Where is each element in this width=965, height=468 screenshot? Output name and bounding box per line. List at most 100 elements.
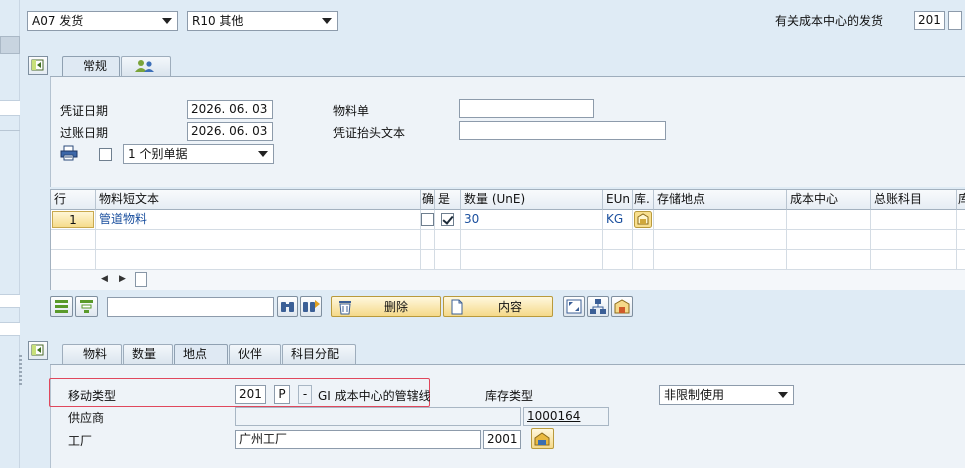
empty-cell bbox=[96, 230, 421, 250]
col-header-cost-center[interactable]: 成本中心 bbox=[787, 190, 871, 210]
scroll-left-icon[interactable]: ◀ bbox=[101, 274, 108, 284]
col-header-unit[interactable]: EUn bbox=[603, 190, 633, 210]
deselect-all-button[interactable] bbox=[75, 296, 98, 317]
delete-button[interactable]: 删除 bbox=[331, 296, 441, 317]
expand-icon bbox=[566, 299, 582, 314]
gl-account-cell[interactable] bbox=[871, 210, 957, 230]
tab-account-assignment-label: 科目分配 bbox=[291, 347, 340, 361]
left-strip bbox=[0, 0, 20, 468]
col-header-material-text[interactable]: 物料短文本 bbox=[96, 190, 421, 210]
material-slip-field[interactable] bbox=[459, 99, 594, 118]
empty-cell bbox=[435, 230, 461, 250]
col-header-is[interactable]: 是 bbox=[435, 190, 461, 210]
ok-checkbox[interactable] bbox=[421, 213, 434, 226]
scroll-thumb[interactable] bbox=[135, 272, 147, 287]
doc-date-label: 凭证日期 bbox=[60, 104, 109, 118]
tab-partner-label: 伙伴 bbox=[238, 347, 263, 361]
vendor-label: 供应商 bbox=[68, 411, 105, 425]
stock-overview-button[interactable] bbox=[611, 296, 633, 317]
posting-date-field[interactable]: 2026. 06. 03 bbox=[187, 122, 273, 141]
movement-code-field[interactable]: 201 bbox=[914, 11, 945, 30]
select-all-icon bbox=[55, 300, 68, 313]
table-search-input[interactable] bbox=[107, 297, 274, 317]
plant-search-button[interactable] bbox=[531, 428, 554, 449]
empty-cell bbox=[654, 230, 787, 250]
col-header-stock[interactable]: 库. bbox=[633, 190, 654, 210]
col-header-qty[interactable]: 数量 (UnE) bbox=[461, 190, 603, 210]
plant-name-field[interactable]: 广州工厂 bbox=[235, 430, 481, 449]
empty-cell bbox=[461, 230, 603, 250]
movement-type-field[interactable]: 201 bbox=[235, 385, 266, 404]
cost-center-cell[interactable] bbox=[787, 210, 871, 230]
horizontal-scrollbar[interactable]: ◀ ▶ bbox=[51, 270, 965, 290]
scroll-right-icon[interactable]: ▶ bbox=[119, 274, 126, 284]
header-text-field[interactable] bbox=[459, 121, 666, 140]
table-row bbox=[51, 230, 96, 250]
empty-cell bbox=[603, 250, 633, 270]
col-header-gl-account[interactable]: 总账科目 bbox=[871, 190, 957, 210]
chevron-down-icon bbox=[778, 392, 788, 398]
movement-dash: - bbox=[298, 385, 312, 404]
plant-code-field[interactable]: 2001 bbox=[483, 430, 521, 449]
is-checkbox[interactable] bbox=[441, 213, 454, 226]
tab-quantity[interactable]: 数量 bbox=[123, 344, 173, 364]
empty-cell bbox=[633, 230, 654, 250]
stock-type-label: 库存类型 bbox=[485, 389, 534, 403]
posting-date-label: 过账日期 bbox=[60, 126, 109, 140]
tab-material[interactable]: 物料 bbox=[62, 344, 122, 364]
movement-extra-field[interactable] bbox=[948, 11, 962, 30]
print-checkbox[interactable] bbox=[99, 148, 112, 161]
stock-type-combo[interactable]: 非限制使用 bbox=[659, 385, 794, 405]
splitter-grip[interactable] bbox=[19, 355, 22, 385]
find-next-button[interactable] bbox=[300, 296, 322, 317]
empty-cell bbox=[957, 230, 965, 250]
qty-cell[interactable]: 30 bbox=[461, 210, 603, 230]
col-header-ok[interactable]: 确 bbox=[421, 190, 435, 210]
col-header-line[interactable]: 行 bbox=[51, 190, 96, 210]
left-strip-tab[interactable] bbox=[0, 36, 20, 54]
storage-location-cell[interactable] bbox=[654, 210, 787, 230]
chevron-down-icon bbox=[322, 18, 332, 24]
reference-combo[interactable]: R10 其他 bbox=[187, 11, 338, 31]
stock-search-icon[interactable] bbox=[634, 211, 652, 228]
table-row[interactable]: 1 bbox=[51, 210, 96, 230]
stock-cell bbox=[633, 210, 654, 230]
tab-location[interactable]: 地点 bbox=[174, 344, 228, 364]
collapse-detail-button[interactable] bbox=[28, 341, 48, 360]
tab-account-assignment[interactable]: 科目分配 bbox=[282, 344, 356, 364]
col-header-storage-location[interactable]: 存储地点 bbox=[654, 190, 787, 210]
transaction-combo[interactable]: A07 发货 bbox=[27, 11, 178, 31]
tab-partner[interactable]: 伙伴 bbox=[229, 344, 281, 364]
vendor-code-field[interactable]: 1000164 bbox=[523, 407, 609, 426]
tab-partner-icon[interactable] bbox=[121, 56, 171, 76]
select-all-button[interactable] bbox=[50, 296, 73, 317]
expand-button[interactable] bbox=[563, 296, 585, 317]
row-number[interactable]: 1 bbox=[52, 211, 94, 228]
print-option-combo[interactable]: 1 个别单据 bbox=[123, 144, 274, 164]
doc-date-field[interactable]: 2026. 06. 03 bbox=[187, 100, 273, 119]
content-button[interactable]: 内容 bbox=[443, 296, 553, 317]
collapse-header-button[interactable] bbox=[28, 56, 48, 75]
printer-icon[interactable] bbox=[60, 145, 78, 161]
empty-cell bbox=[461, 250, 603, 270]
plant-search-icon bbox=[534, 432, 550, 446]
tab-material-label: 物料 bbox=[83, 347, 108, 361]
trash-icon bbox=[339, 301, 351, 315]
ok-cell bbox=[421, 210, 435, 230]
more-cell[interactable] bbox=[957, 210, 965, 230]
content-label: 内容 bbox=[498, 300, 523, 314]
is-cell bbox=[435, 210, 461, 230]
col-header-more[interactable]: 库 bbox=[957, 190, 965, 210]
material-text-cell[interactable]: 管道物料 bbox=[96, 210, 421, 230]
tab-location-label: 地点 bbox=[183, 347, 208, 361]
movement-indicator-field[interactable]: P bbox=[274, 385, 290, 404]
tab-general[interactable]: 常规 bbox=[62, 56, 120, 76]
hierarchy-button[interactable] bbox=[587, 296, 609, 317]
people-icon bbox=[135, 60, 154, 72]
find-button[interactable] bbox=[277, 296, 298, 317]
empty-cell bbox=[633, 250, 654, 270]
items-table: 行 物料短文本 确 是 数量 (UnE) EUn 库. 存储地点 成本中心 总账… bbox=[50, 189, 965, 290]
chevron-down-icon bbox=[162, 18, 172, 24]
unit-cell[interactable]: KG bbox=[603, 210, 633, 230]
tab-general-label: 常规 bbox=[83, 59, 108, 73]
